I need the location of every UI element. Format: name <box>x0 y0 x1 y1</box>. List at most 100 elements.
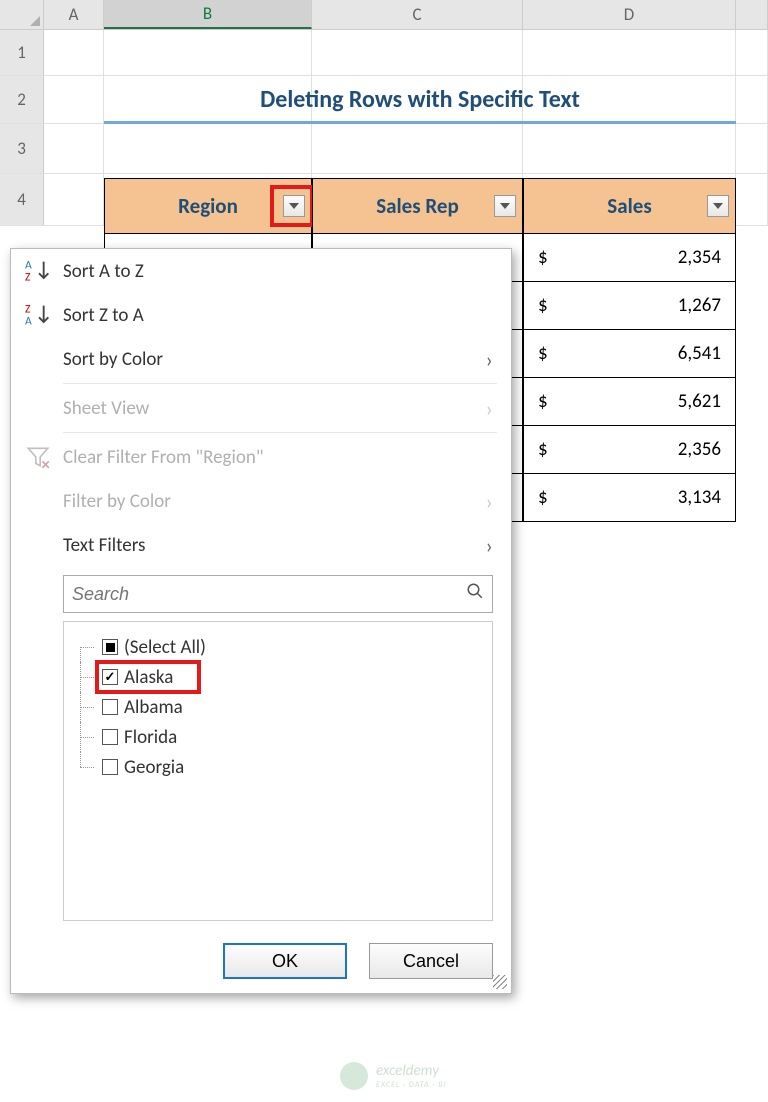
cell-d3[interactable] <box>523 124 736 173</box>
resize-grip-icon[interactable] <box>493 975 507 989</box>
col-header-b[interactable]: B <box>104 0 312 29</box>
svg-text:A: A <box>25 314 32 328</box>
filter-button-sales[interactable] <box>707 195 729 217</box>
sort-za-icon: ZA <box>25 301 63 329</box>
sales-value-6: 3,134 <box>678 486 721 509</box>
row-header-1[interactable]: 1 <box>0 30 44 75</box>
filter-item-label: Albama <box>124 696 183 719</box>
header-sales-label: Sales <box>607 193 651 219</box>
sales-value-1: 2,354 <box>678 246 721 269</box>
menu-sort-az[interactable]: AZ Sort A to Z <box>11 249 511 293</box>
col-header-e[interactable] <box>736 0 768 29</box>
filter-item-label: (Select All) <box>124 636 206 659</box>
menu-sort-by-color[interactable]: Sort by Color › <box>11 337 511 381</box>
chevron-right-icon: › <box>486 395 493 422</box>
watermark-sub: EXCEL · DATA · BI <box>376 1080 447 1090</box>
cell-b1[interactable] <box>104 30 312 75</box>
currency-symbol: $ <box>538 342 548 365</box>
menu-sort-za[interactable]: ZA Sort Z to A <box>11 293 511 337</box>
filter-item-label: Alaska <box>124 666 173 689</box>
menu-text-filters[interactable]: Text Filters › <box>11 523 511 567</box>
currency-symbol: $ <box>538 390 548 413</box>
sort-az-icon: AZ <box>25 257 63 285</box>
checkbox-unchecked-icon[interactable] <box>102 729 118 745</box>
currency-symbol: $ <box>538 486 548 509</box>
cell-sales-5[interactable]: $2,356 <box>523 426 736 474</box>
cell-a4[interactable] <box>44 174 104 225</box>
currency-symbol: $ <box>538 246 548 269</box>
checkbox-checked-icon[interactable] <box>102 669 118 685</box>
currency-symbol: $ <box>538 294 548 317</box>
menu-filter-by-color: Filter by Color › <box>11 479 511 523</box>
cell-sales-6[interactable]: $3,134 <box>523 474 736 522</box>
filter-item-alaska[interactable]: Alaska <box>76 662 480 692</box>
filter-dropdown-menu: AZ Sort A to Z ZA Sort Z to A Sort by Co… <box>10 248 512 994</box>
filter-item-label: Florida <box>124 726 177 749</box>
sales-value-4: 5,621 <box>678 390 721 413</box>
col-header-a[interactable]: A <box>44 0 104 29</box>
checkbox-indeterminate-icon[interactable] <box>102 639 118 655</box>
filter-button-region[interactable] <box>283 195 305 217</box>
header-salesrep-label: Sales Rep <box>376 193 459 219</box>
col-header-d[interactable]: D <box>523 0 736 29</box>
watermark-brand: exceldemy <box>376 1062 439 1080</box>
sales-value-2: 1,267 <box>678 294 721 317</box>
watermark: exceldemy EXCEL · DATA · BI <box>340 1062 447 1090</box>
col-header-c[interactable]: C <box>312 0 523 29</box>
page-title: Deleting Rows with Specific Text <box>104 78 736 124</box>
menu-sort-za-label: Sort Z to A <box>63 304 144 327</box>
cell-c1[interactable] <box>312 30 523 75</box>
menu-sort-by-color-label: Sort by Color <box>63 348 163 371</box>
cell-sales-2[interactable]: $1,267 <box>523 282 736 330</box>
cell-e1[interactable] <box>736 30 768 75</box>
header-region-label: Region <box>178 193 238 219</box>
filter-item-label: Georgia <box>124 756 184 779</box>
cell-a2[interactable] <box>44 76 104 123</box>
cell-d1[interactable] <box>523 30 736 75</box>
filter-search-box[interactable] <box>63 575 493 613</box>
checkbox-unchecked-icon[interactable] <box>102 699 118 715</box>
cell-sales-1[interactable]: $2,354 <box>523 234 736 282</box>
menu-sort-az-label: Sort A to Z <box>63 260 144 283</box>
menu-separator <box>63 432 497 433</box>
filter-button-salesrep[interactable] <box>494 195 516 217</box>
cancel-button[interactable]: Cancel <box>369 943 493 979</box>
select-all-cell[interactable] <box>0 0 44 29</box>
menu-sheet-view: Sheet View › <box>11 386 511 430</box>
menu-text-filters-label: Text Filters <box>63 534 145 557</box>
ok-button[interactable]: OK <box>223 943 347 979</box>
header-sales: Sales <box>523 178 736 234</box>
filter-search-input[interactable] <box>72 584 466 605</box>
cell-e3[interactable] <box>736 124 768 173</box>
filter-checkbox-tree[interactable]: (Select All) Alaska Albama Florida Georg… <box>63 621 493 921</box>
filter-item-florida[interactable]: Florida <box>76 722 480 752</box>
cell-b3[interactable] <box>104 124 312 173</box>
menu-clear-filter-label: Clear Filter From "Region" <box>63 446 263 469</box>
cell-sales-3[interactable]: $6,541 <box>523 330 736 378</box>
cell-a3[interactable] <box>44 124 104 173</box>
menu-sheet-view-label: Sheet View <box>63 397 149 420</box>
cell-e4[interactable] <box>736 174 768 225</box>
header-salesrep: Sales Rep <box>312 178 523 234</box>
search-icon <box>466 582 484 606</box>
header-region: Region <box>104 178 312 234</box>
currency-symbol: $ <box>538 438 548 461</box>
cell-c3[interactable] <box>312 124 523 173</box>
sales-value-5: 2,356 <box>678 438 721 461</box>
sales-value-3: 6,541 <box>678 342 721 365</box>
cell-sales-4[interactable]: $5,621 <box>523 378 736 426</box>
row-header-2[interactable]: 2 <box>0 76 44 123</box>
cell-e2[interactable] <box>736 76 768 123</box>
checkbox-unchecked-icon[interactable] <box>102 759 118 775</box>
chevron-right-icon: › <box>486 532 493 559</box>
menu-clear-filter: Clear Filter From "Region" <box>11 435 511 479</box>
menu-separator <box>63 383 497 384</box>
filter-item-georgia[interactable]: Georgia <box>76 752 480 782</box>
filter-item-select-all[interactable]: (Select All) <box>76 632 480 662</box>
watermark-logo-icon <box>340 1062 368 1090</box>
chevron-right-icon: › <box>486 488 493 515</box>
row-header-3[interactable]: 3 <box>0 124 44 173</box>
cell-a1[interactable] <box>44 30 104 75</box>
row-header-4[interactable]: 4 <box>0 174 44 225</box>
filter-item-albama[interactable]: Albama <box>76 692 480 722</box>
